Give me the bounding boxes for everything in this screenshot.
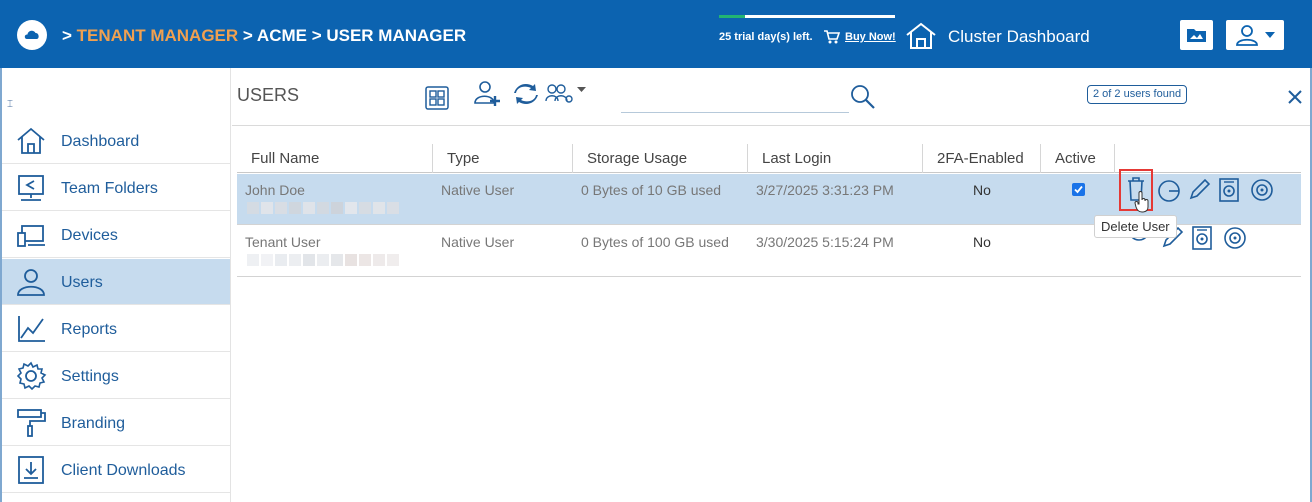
trial-progress-bar [719, 15, 895, 18]
top-header: > TENANT MANAGER > ACME > USER MANAGER 2… [0, 0, 1312, 68]
folder-button[interactable] [1180, 20, 1213, 50]
search-input[interactable] [621, 88, 849, 112]
sidebar-item-client-downloads[interactable]: Client Downloads [2, 447, 230, 493]
target-icon[interactable] [1223, 226, 1247, 250]
user-group-icon[interactable] [545, 82, 573, 104]
cell-full-name: John Doe [245, 182, 305, 198]
paint-roller-icon [17, 409, 46, 437]
sidebar-item-branding[interactable]: Branding [2, 400, 230, 446]
toolbar-divider [232, 125, 1310, 126]
sidebar-item-label: Settings [61, 368, 119, 385]
gear-icon [16, 361, 47, 391]
quota-icon[interactable] [1157, 179, 1181, 203]
trial-progress-fill [719, 15, 746, 18]
column-header-active[interactable]: Active [1041, 144, 1115, 173]
grid-view-icon[interactable] [425, 86, 449, 110]
users-icon [17, 269, 45, 296]
redacted-email [247, 253, 401, 271]
breadcrumb-tenant-manager[interactable]: TENANT MANAGER [77, 26, 239, 45]
sidebar-item-label: Client Downloads [61, 462, 186, 479]
cell-last-login: 3/27/2025 3:31:23 PM [756, 182, 894, 198]
cell-type: Native User [441, 234, 515, 250]
sidebar-item-label: Branding [61, 415, 126, 432]
breadcrumb-arrow: > [62, 26, 72, 45]
search-underline [621, 112, 849, 113]
close-icon[interactable] [1287, 89, 1303, 105]
breadcrumb-current: > ACME > USER MANAGER [238, 26, 467, 45]
column-header-type[interactable]: Type [433, 144, 573, 173]
cell-2fa: No [973, 234, 991, 250]
target-icon[interactable] [1250, 178, 1274, 202]
team-folder-icon [18, 175, 44, 201]
folder-icon [1187, 29, 1206, 42]
sidebar: ⌶ Dashboard Team Folders Devices Users R… [2, 68, 231, 502]
cell-2fa: No [973, 182, 991, 198]
cell-type: Native User [441, 182, 515, 198]
cell-storage: 0 Bytes of 10 GB used [581, 182, 722, 198]
column-header-storage-usage[interactable]: Storage Usage [573, 144, 748, 173]
active-checkbox[interactable] [1072, 183, 1085, 196]
sidebar-item-label: Devices [61, 227, 118, 244]
column-header-2fa-enabled[interactable]: 2FA-Enabled [923, 144, 1041, 173]
cart-icon [823, 29, 841, 50]
storage-icon[interactable] [1219, 178, 1239, 202]
cell-storage: 0 Bytes of 100 GB used [581, 234, 729, 250]
delete-user-tooltip: Delete User [1094, 215, 1177, 238]
sidebar-item-dashboard[interactable]: Dashboard [2, 118, 230, 164]
cell-full-name: Tenant User [245, 234, 321, 250]
sidebar-item-label: Reports [61, 321, 118, 338]
cloud-logo-icon[interactable] [17, 20, 47, 50]
trial-days-left: 25 trial day(s) left. [719, 31, 813, 43]
column-header-last-login[interactable]: Last Login [748, 144, 923, 173]
user-menu-icon [1236, 25, 1258, 46]
cell-last-login: 3/30/2025 5:15:24 PM [756, 234, 894, 250]
main-panel: USERS 2 of 2 users found Full Name Type … [232, 68, 1310, 502]
sidebar-item-reports[interactable]: Reports [2, 306, 230, 352]
devices-icon [17, 225, 45, 247]
add-user-icon[interactable] [474, 80, 502, 106]
users-found-badge: 2 of 2 users found [1087, 85, 1188, 104]
house-icon [17, 127, 45, 154]
collapse-sidebar-icon[interactable]: ⌶ [7, 99, 13, 110]
column-header-full-name[interactable]: Full Name [237, 144, 433, 173]
sidebar-item-label: Users [61, 274, 103, 291]
download-icon [18, 456, 44, 484]
chart-icon [18, 316, 45, 342]
sidebar-item-users[interactable]: Users [2, 259, 230, 305]
chevron-down-icon [1265, 32, 1275, 38]
redacted-email [247, 201, 401, 219]
buy-now-link[interactable]: Buy Now! [845, 31, 896, 43]
hand-cursor-icon [1134, 191, 1149, 213]
storage-icon[interactable] [1192, 226, 1212, 250]
sidebar-item-settings[interactable]: Settings [2, 353, 230, 399]
sidebar-item-devices[interactable]: Devices [2, 212, 230, 258]
sync-icon[interactable] [512, 83, 540, 105]
house-icon[interactable] [904, 22, 938, 55]
user-menu-button[interactable] [1226, 20, 1284, 50]
edit-icon[interactable] [1187, 178, 1211, 202]
sidebar-item-label: Dashboard [61, 133, 140, 150]
sidebar-item-team-folders[interactable]: Team Folders [2, 165, 230, 211]
cluster-dashboard-link[interactable]: Cluster Dashboard [948, 27, 1090, 47]
search-icon[interactable] [850, 84, 876, 110]
chevron-down-icon[interactable] [577, 87, 586, 93]
page-title: USERS [237, 85, 300, 105]
sidebar-item-label: Team Folders [61, 180, 158, 197]
breadcrumb: > TENANT MANAGER > ACME > USER MANAGER [62, 26, 466, 46]
